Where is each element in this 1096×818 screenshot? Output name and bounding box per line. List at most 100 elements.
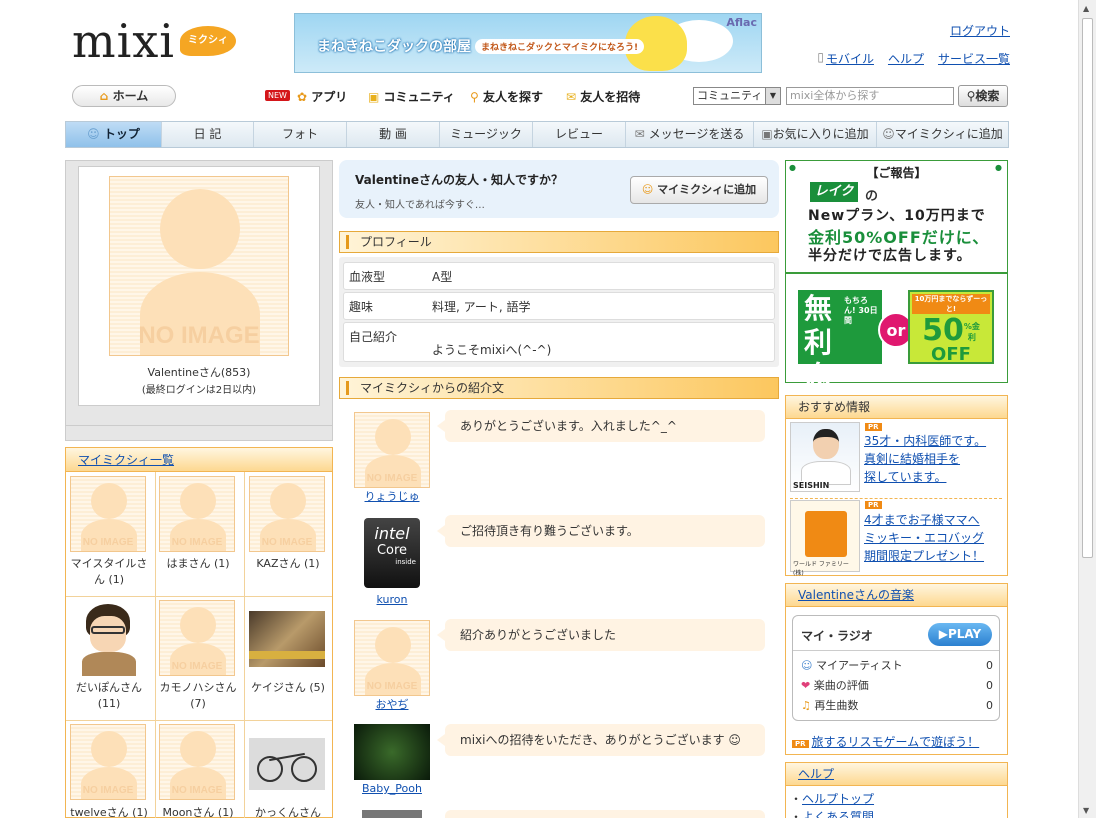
friend-photo[interactable]: NO IMAGE <box>159 600 235 676</box>
friend-avatar-cartoon[interactable] <box>72 600 146 676</box>
banner-subtitle: まねきねこダックとマイミクになろう! <box>475 39 645 54</box>
community-link[interactable]: ▣ コミュニティ <box>368 88 455 105</box>
friend-name[interactable]: かっくんさん <box>245 805 331 818</box>
heart-icon: ❤ <box>801 679 811 692</box>
faq-link[interactable]: よくある質問 <box>802 810 874 818</box>
home-icon: ⌂ <box>99 89 109 103</box>
music-row-artist[interactable]: ☺ マイアーティスト 0 <box>801 657 993 675</box>
friend-photo[interactable]: NO IMAGE <box>159 476 235 552</box>
profile-row-blood: 血液型 A型 <box>343 262 775 290</box>
friend-photo[interactable]: NO IMAGE <box>249 476 325 552</box>
person-icon: ☺ <box>87 127 100 141</box>
last-login: (最終ログインは2日以内) <box>141 385 257 396</box>
friend-name[interactable]: はまさん (1) <box>155 556 241 572</box>
tab-add-favorite[interactable]: ▣お気に入りに追加 <box>754 122 877 147</box>
envelope-icon: ✉ <box>634 127 645 141</box>
help-top-link[interactable]: ヘルプトップ <box>802 792 874 806</box>
recommend-link-line[interactable]: 探しています。 <box>864 468 946 486</box>
tab-photo[interactable]: フォト <box>254 122 347 147</box>
app-label: アプリ <box>311 90 348 104</box>
ad-text: 半分だけで広告します。 <box>808 248 972 264</box>
tab-top[interactable]: ☺ トップ <box>66 122 162 147</box>
vertical-scrollbar[interactable]: ▲ ▼ <box>1078 0 1096 818</box>
intro-section-header: マイミクシィからの紹介文 <box>339 377 779 399</box>
search-button[interactable]: ⚲検索 <box>958 85 1008 107</box>
app-link[interactable]: ✿ アプリ <box>297 88 347 105</box>
intro-author-link[interactable]: kuron <box>354 593 430 606</box>
help-link[interactable]: ヘルプ <box>888 50 924 67</box>
ad-text: の <box>865 189 879 204</box>
find-friends-label: 友人を探す <box>482 90 543 104</box>
tab-review[interactable]: レビュー <box>533 122 626 147</box>
intro-photo[interactable] <box>362 810 422 818</box>
tab-diary[interactable]: 日 記 <box>162 122 254 147</box>
recommend-photo-doctor[interactable]: SEISHIN <box>790 422 860 492</box>
recommend-link-line[interactable]: 35才・内科医師です。 <box>864 432 986 450</box>
ad-banner[interactable]: まねきねこダックの部屋 まねきねこダックとマイミクになろう! Aflac <box>294 13 762 73</box>
friend-name[interactable]: だいぽんさん (11) <box>66 680 152 712</box>
friend-photo[interactable]: NO IMAGE <box>70 476 146 552</box>
intro-author-link[interactable]: おやぢ <box>354 696 430 712</box>
friend-name[interactable]: twelveさん (1) <box>66 805 152 818</box>
intro-author-link[interactable]: りょうじゅ <box>354 488 430 504</box>
scroll-down-arrow-icon[interactable]: ▼ <box>1083 806 1089 815</box>
search-scope-value: コミュニティ <box>697 89 763 102</box>
play-button[interactable]: ▶PLAY <box>928 623 992 646</box>
banner-title: まねきねこダックの部屋 <box>317 39 471 55</box>
recommend-link-line[interactable]: 4才までお子様ママへ <box>864 511 980 529</box>
tab-add-mymixi[interactable]: ☺マイミクシィに追加 <box>877 122 1008 147</box>
scroll-thumb[interactable] <box>1082 18 1093 558</box>
friends-title-link[interactable]: マイミクシィ一覧 <box>78 453 174 467</box>
search-input[interactable]: mixi全体から探す <box>786 87 954 105</box>
music-row-playcount[interactable]: ♫ 再生曲数 0 <box>801 697 993 715</box>
mixi-logo[interactable]: mixi <box>72 18 175 64</box>
recommend-photo-bag[interactable]: ワールド ファミリー(株) <box>790 500 860 577</box>
friend-photo-bicycle[interactable] <box>249 738 325 790</box>
recommend-link-line[interactable]: 期間限定プレゼント！ <box>864 547 984 565</box>
pr-game-link[interactable]: PR 旅するリスモゲームで遊ぼう！ <box>792 733 979 750</box>
intro-comment: mixiへの招待をいただき、ありがとうございます ☺ <box>437 724 765 756</box>
friend-name[interactable]: Moonさん (1) <box>155 805 241 818</box>
friend-photo[interactable]: NO IMAGE <box>70 724 146 800</box>
help-title-link[interactable]: ヘルプ <box>798 767 834 781</box>
logout-link[interactable]: ログアウト <box>950 22 1010 39</box>
mobile-icon: ▯ <box>817 50 824 64</box>
find-friends-link[interactable]: ⚲ 友人を探す <box>470 88 543 105</box>
tab-music[interactable]: ミュージック <box>440 122 533 147</box>
music-title-link[interactable]: Valentineさんの音楽 <box>798 588 914 602</box>
mobile-link[interactable]: モバイル <box>826 50 874 67</box>
recommend-link-line[interactable]: 真剣に結婚相手を <box>864 450 960 468</box>
home-button[interactable]: ⌂ ホーム <box>72 85 176 107</box>
artist-icon: ☺ <box>801 659 813 672</box>
profile-row-intro: 自己紹介 ようこそmixiへ(^-^) <box>343 322 775 362</box>
invite-label: 友人を招待 <box>580 90 641 104</box>
scroll-up-arrow-icon[interactable]: ▲ <box>1083 4 1089 13</box>
music-row-rating[interactable]: ❤ 楽曲の評価 0 <box>801 677 993 695</box>
profile-photo[interactable]: NO IMAGE <box>109 176 289 356</box>
tab-send-message[interactable]: ✉ メッセージを送る <box>626 122 754 147</box>
invite-friends-link[interactable]: ✉ 友人を招待 <box>566 88 640 105</box>
friend-photo[interactable]: NO IMAGE <box>159 724 235 800</box>
community-icon: ▣ <box>368 90 380 104</box>
search-scope-select[interactable]: コミュニティ ▼ <box>693 87 781 105</box>
intro-photo[interactable]: NO IMAGE <box>354 412 430 488</box>
friend-name[interactable]: KAZさん (1) <box>245 556 331 572</box>
music-note-icon: ♫ <box>801 699 811 712</box>
intro-photo[interactable]: NO IMAGE <box>354 620 430 696</box>
chevron-down-icon: ▼ <box>765 88 780 104</box>
friend-name[interactable]: ケイジさん (5) <box>245 680 331 696</box>
pr-badge: PR <box>865 501 882 509</box>
services-link[interactable]: サービス一覧 <box>938 50 1010 67</box>
intro-photo[interactable] <box>354 724 430 780</box>
intro-author-link[interactable]: Baby_Pooh <box>354 782 430 795</box>
recommend-link-line[interactable]: ミッキー・エコバッグ <box>864 529 984 547</box>
friend-photo[interactable] <box>249 611 325 667</box>
divider <box>790 498 1002 499</box>
help-link-row: ・よくある質問 <box>790 808 874 818</box>
friend-question-title: Valentineさんの友人・知人ですか？ <box>355 173 564 187</box>
add-mymixi-button[interactable]: ☺ マイミクシィに追加 <box>630 176 768 204</box>
friend-name[interactable]: マイスタイルさん (1) <box>66 556 152 588</box>
tab-video[interactable]: 動 画 <box>347 122 440 147</box>
friend-name[interactable]: カモノハシさん (7) <box>155 680 241 712</box>
intel-core-logo[interactable]: intel Core inside <box>364 518 420 588</box>
